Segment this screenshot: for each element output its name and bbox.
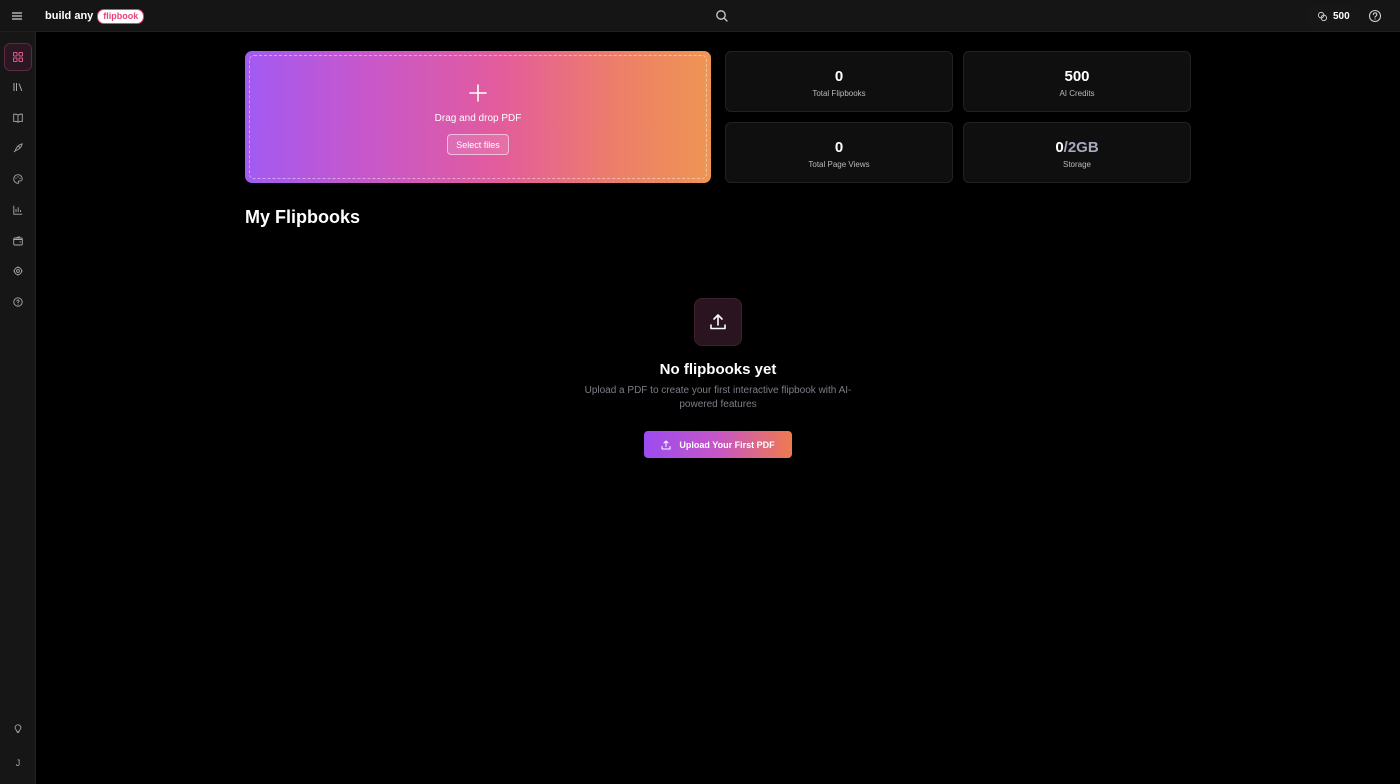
sidebar-item-help[interactable] xyxy=(4,288,32,316)
stat-card-storage: 0/2GB Storage xyxy=(963,122,1191,183)
stat-value: 0 xyxy=(834,68,844,85)
stat-value: 0 xyxy=(834,139,844,156)
section-title: My Flipbooks xyxy=(245,207,361,227)
sidebar-item-publish[interactable] xyxy=(4,134,32,162)
sidebar-item-settings[interactable] xyxy=(4,257,32,285)
stat-card-page-views: 0 Total Page Views xyxy=(725,122,953,183)
sidebar-item-dashboard[interactable] xyxy=(4,43,32,71)
stat-value-storage: 0/2GB xyxy=(964,139,1190,156)
sidebar-item-analytics[interactable] xyxy=(4,196,32,224)
empty-state-description: Upload a PDF to create your first intera… xyxy=(584,385,852,410)
sidebar-item-ideas[interactable] xyxy=(4,715,32,743)
credits-button[interactable]: 500 xyxy=(1307,4,1360,28)
book-open-icon xyxy=(13,113,23,123)
sidebar-item-billing[interactable] xyxy=(4,227,32,255)
logo-text: build any xyxy=(45,10,94,22)
wallet-icon xyxy=(13,236,23,246)
search-icon[interactable] xyxy=(714,8,730,24)
empty-state-title: No flipbooks yet xyxy=(659,361,777,378)
stat-label: AI Credits xyxy=(1059,89,1095,98)
rocket-icon xyxy=(13,143,23,153)
sidebar-item-library[interactable] xyxy=(4,73,32,101)
stat-label: Total Flipbooks xyxy=(812,89,866,98)
sidebar-item-themes[interactable] xyxy=(4,165,32,193)
storage-used: 0 xyxy=(1055,139,1064,156)
empty-state-upload-icon xyxy=(694,298,742,346)
menu-icon[interactable] xyxy=(9,8,25,24)
bar-chart-icon xyxy=(13,205,23,215)
app-logo[interactable]: build any flipbook xyxy=(45,8,145,24)
upload-icon xyxy=(710,314,726,330)
lightbulb-icon xyxy=(14,724,22,734)
storage-total: /2GB xyxy=(1063,139,1099,156)
upload-first-pdf-button[interactable]: Upload Your First PDF xyxy=(644,431,792,458)
credits-count: 500 xyxy=(1333,10,1350,22)
stat-label: Total Page Views xyxy=(808,160,870,169)
stat-label: Storage xyxy=(1062,160,1092,169)
stat-card-total-flipbooks: 0 Total Flipbooks xyxy=(725,51,953,112)
upload-first-pdf-label: Upload Your First PDF xyxy=(679,439,775,450)
plus-icon xyxy=(469,84,487,102)
sidebar: J xyxy=(0,32,36,784)
help-icon[interactable] xyxy=(1367,8,1383,24)
dropzone-label: Drag and drop PDF xyxy=(434,113,522,124)
upload-icon xyxy=(661,440,671,449)
palette-icon xyxy=(13,174,23,184)
coins-icon xyxy=(1317,11,1328,21)
upload-dropzone[interactable]: Drag and drop PDF Select files xyxy=(245,51,711,183)
select-files-button[interactable]: Select files xyxy=(447,134,509,155)
settings-icon xyxy=(13,266,23,276)
stat-card-ai-credits: 500 AI Credits xyxy=(963,51,1191,112)
stat-value: 500 xyxy=(1064,68,1090,85)
sidebar-item-flipbooks[interactable] xyxy=(4,104,32,132)
help-circle-icon xyxy=(13,297,23,307)
logo-badge: flipbook xyxy=(97,8,145,24)
library-icon xyxy=(13,83,23,91)
top-bar: build any flipbook 500 xyxy=(0,0,1400,32)
grid-icon xyxy=(13,52,23,62)
avatar[interactable]: J xyxy=(6,751,30,775)
